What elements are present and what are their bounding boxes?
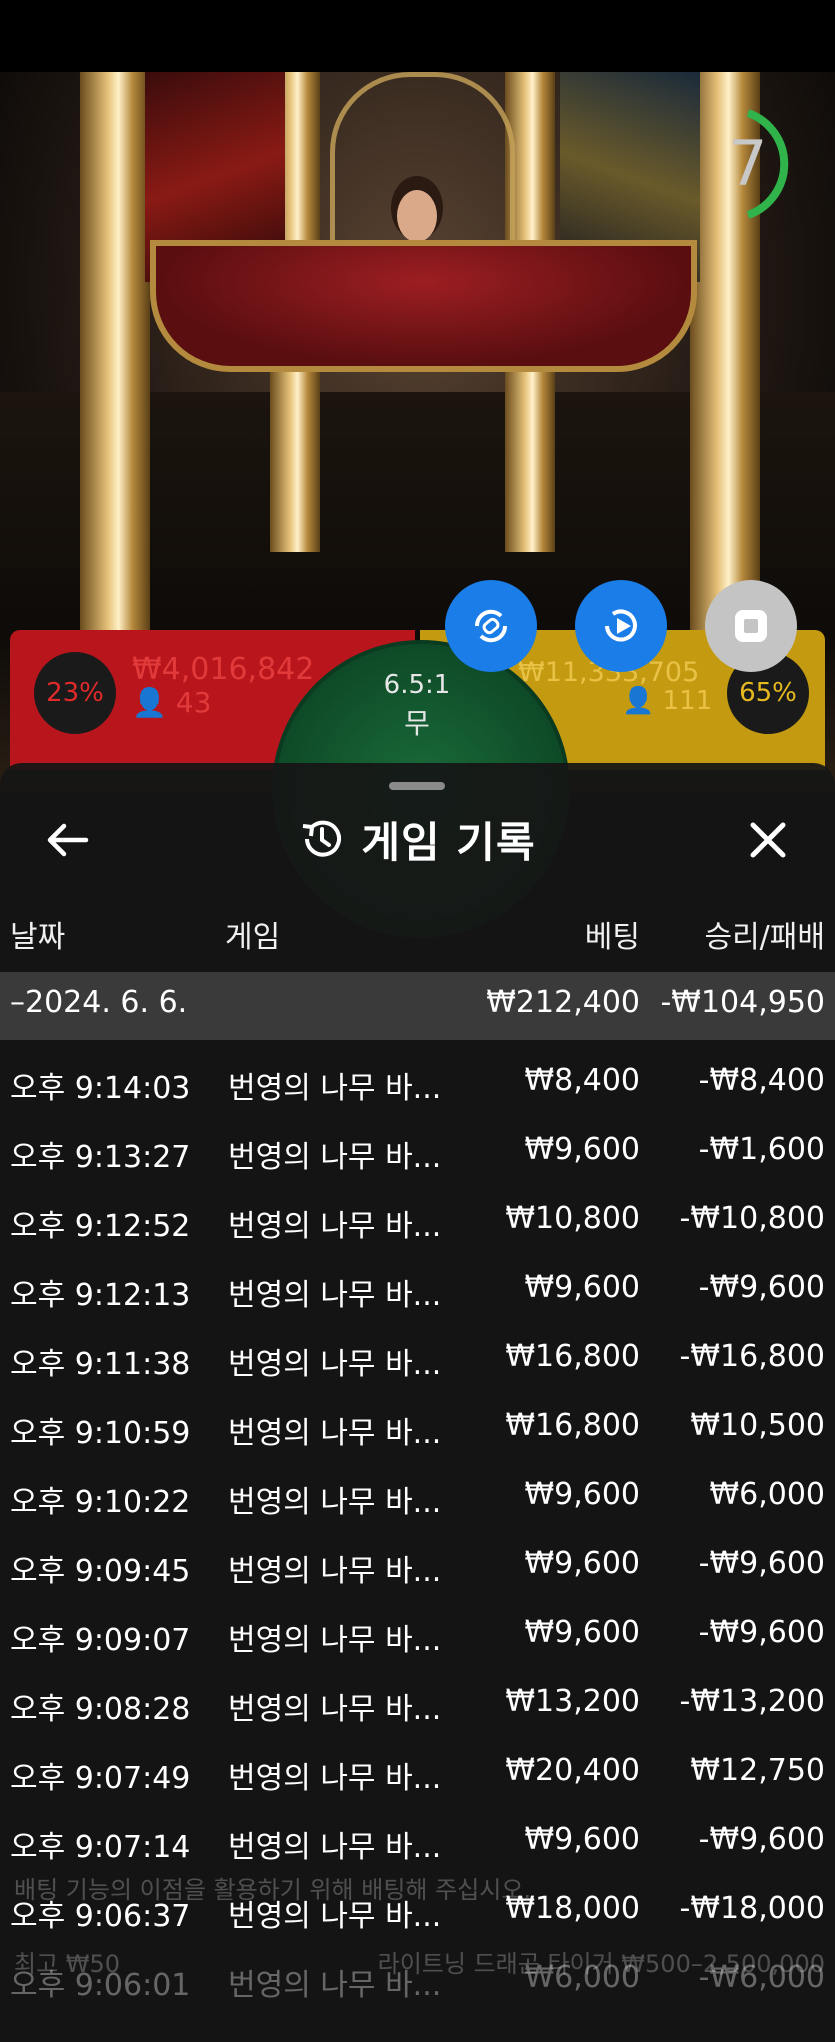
row-time: 오후 9:13:27 (10, 1140, 191, 1175)
row-bet: ₩9,600 (524, 1615, 640, 1650)
summary-date: –2024. 6. 6. (10, 985, 188, 1020)
row-bet: ₩16,800 (505, 1339, 640, 1374)
history-row[interactable]: 오후 9:10:59 번영의 나무 바... ₩16,800 ₩10,500 (0, 1392, 835, 1461)
column-header-date: 날짜 (10, 920, 66, 955)
row-time: 오후 9:12:52 (10, 1209, 191, 1244)
row-result: ₩6,000 (709, 1477, 825, 1512)
row-result: -₩9,600 (698, 1270, 825, 1305)
sheet-header: 게임 기록 (0, 808, 835, 870)
tie-label: 무 (404, 707, 430, 740)
row-game: 번영의 나무 바... (228, 1761, 442, 1796)
tiger-players-value: 111 (662, 686, 713, 716)
stop-button[interactable] (705, 580, 797, 672)
close-button[interactable] (740, 812, 796, 868)
tiger-player-count: 👤 111 (622, 686, 712, 716)
row-time: 오후 9:12:13 (10, 1278, 191, 1313)
round-timer: 7 (718, 105, 800, 223)
row-result: -₩9,600 (698, 1822, 825, 1857)
history-row[interactable]: 오후 9:12:13 번영의 나무 바... ₩9,600 -₩9,600 (0, 1254, 835, 1323)
row-bet: ₩9,600 (524, 1546, 640, 1581)
column-header-result: 승리/패배 (704, 920, 825, 955)
person-icon: 👤 (622, 686, 655, 716)
row-result: -₩18,000 (679, 1891, 825, 1926)
row-game: 번영의 나무 바... (228, 1071, 442, 1106)
dragon-players-value: 43 (175, 686, 212, 719)
row-result: -₩9,600 (698, 1546, 825, 1581)
row-time: 오후 9:07:49 (10, 1761, 191, 1796)
row-game: 번영의 나무 바... (228, 1209, 442, 1244)
auto-bet-button[interactable] (445, 580, 537, 672)
row-bet: ₩13,200 (505, 1684, 640, 1719)
row-result: -₩16,800 (679, 1339, 825, 1374)
row-time: 오후 9:10:59 (10, 1416, 191, 1451)
dragon-total-amount: ₩4,016,842 (132, 652, 315, 687)
row-game: 번영의 나무 바... (228, 1347, 442, 1382)
history-row[interactable]: 오후 9:07:49 번영의 나무 바... ₩20,400 ₩12,750 (0, 1737, 835, 1806)
row-result: -₩1,600 (698, 1132, 825, 1167)
row-bet: ₩9,600 (524, 1822, 640, 1857)
row-bet: ₩20,400 (505, 1753, 640, 1788)
history-row[interactable]: 오후 9:10:22 번영의 나무 바... ₩9,600 ₩6,000 (0, 1461, 835, 1530)
timer-value: 7 (728, 127, 768, 200)
row-time: 오후 9:07:14 (10, 1830, 191, 1865)
replay-button[interactable] (575, 580, 667, 672)
limit-right-text: 라이트닝 드래곤 타이거 ₩500–2,500,000 (377, 1950, 825, 1978)
row-time: 오후 9:11:38 (10, 1347, 191, 1382)
row-result: -₩13,200 (679, 1684, 825, 1719)
row-bet: ₩16,800 (505, 1408, 640, 1443)
history-row[interactable]: 오후 9:13:27 번영의 나무 바... ₩9,600 -₩1,600 (0, 1116, 835, 1185)
history-row[interactable]: 오후 9:07:14 번영의 나무 바... ₩9,600 -₩9,600 (0, 1806, 835, 1875)
row-game: 번영의 나무 바... (228, 1830, 442, 1865)
replay-icon (605, 609, 637, 642)
row-time: 오후 9:09:45 (10, 1554, 191, 1589)
row-time: 오후 9:08:28 (10, 1692, 191, 1727)
sheet-title: 게임 기록 (361, 817, 536, 867)
row-game: 번영의 나무 바... (228, 1692, 442, 1727)
dragon-player-count: 👤 43 (132, 686, 211, 719)
status-bar (0, 0, 835, 72)
history-row[interactable]: 오후 9:09:45 번영의 나무 바... ₩9,600 -₩9,600 (0, 1530, 835, 1599)
tie-odds: 6.5:1 (383, 670, 451, 700)
row-result: ₩12,750 (690, 1753, 825, 1788)
auto-repeat-icon (474, 609, 508, 643)
bet-hint-text: 배팅 기능의 이점을 활용하기 위해 배팅해 주십시오. (14, 1876, 532, 1904)
history-row[interactable]: 오후 9:08:28 번영의 나무 바... ₩13,200 -₩13,200 (0, 1668, 835, 1737)
row-game: 번영의 나무 바... (228, 1485, 442, 1520)
dragon-percent: 23% (30, 648, 120, 738)
row-game: 번영의 나무 바... (228, 1416, 442, 1451)
row-bet: ₩10,800 (505, 1201, 640, 1236)
row-time: 오후 9:14:03 (10, 1071, 191, 1106)
row-bet: ₩9,600 (524, 1270, 640, 1305)
row-game: 번영의 나무 바... (228, 1140, 442, 1175)
row-time: 오후 9:10:22 (10, 1485, 191, 1520)
column-header-game: 게임 (225, 920, 281, 955)
row-time: 오후 9:09:07 (10, 1623, 191, 1658)
gold-pillar-left (80, 72, 150, 632)
row-game: 번영의 나무 바... (228, 1554, 442, 1589)
row-bet: ₩9,600 (524, 1132, 640, 1167)
stop-icon (735, 610, 767, 642)
person-icon: 👤 (132, 686, 167, 719)
dealer (397, 190, 437, 242)
sheet-drag-handle[interactable] (389, 782, 445, 790)
history-row[interactable]: 오후 9:12:52 번영의 나무 바... ₩10,800 -₩10,800 (0, 1185, 835, 1254)
row-game: 번영의 나무 바... (228, 1278, 442, 1313)
summary-result: -₩104,950 (660, 985, 825, 1020)
limit-left-text: 최고 ₩50 (14, 1950, 121, 1978)
column-header-bet: 베팅 (584, 920, 640, 955)
row-result: ₩10,500 (690, 1408, 825, 1443)
row-bet: ₩9,600 (524, 1477, 640, 1512)
row-result: -₩10,800 (679, 1201, 825, 1236)
row-result: -₩8,400 (698, 1063, 825, 1098)
history-row[interactable]: 오후 9:11:38 번영의 나무 바... ₩16,800 -₩16,800 (0, 1323, 835, 1392)
dealer-table (150, 240, 697, 372)
close-icon (750, 822, 786, 858)
row-result: -₩9,600 (698, 1615, 825, 1650)
history-row[interactable]: 오후 9:09:07 번영의 나무 바... ₩9,600 -₩9,600 (0, 1599, 835, 1668)
row-game: 번영의 나무 바... (228, 1623, 442, 1658)
history-icon (303, 820, 342, 857)
history-row[interactable]: 오후 9:14:03 번영의 나무 바... ₩8,400 -₩8,400 (0, 1047, 835, 1116)
summary-bet: ₩212,400 (486, 985, 640, 1020)
row-bet: ₩8,400 (524, 1063, 640, 1098)
